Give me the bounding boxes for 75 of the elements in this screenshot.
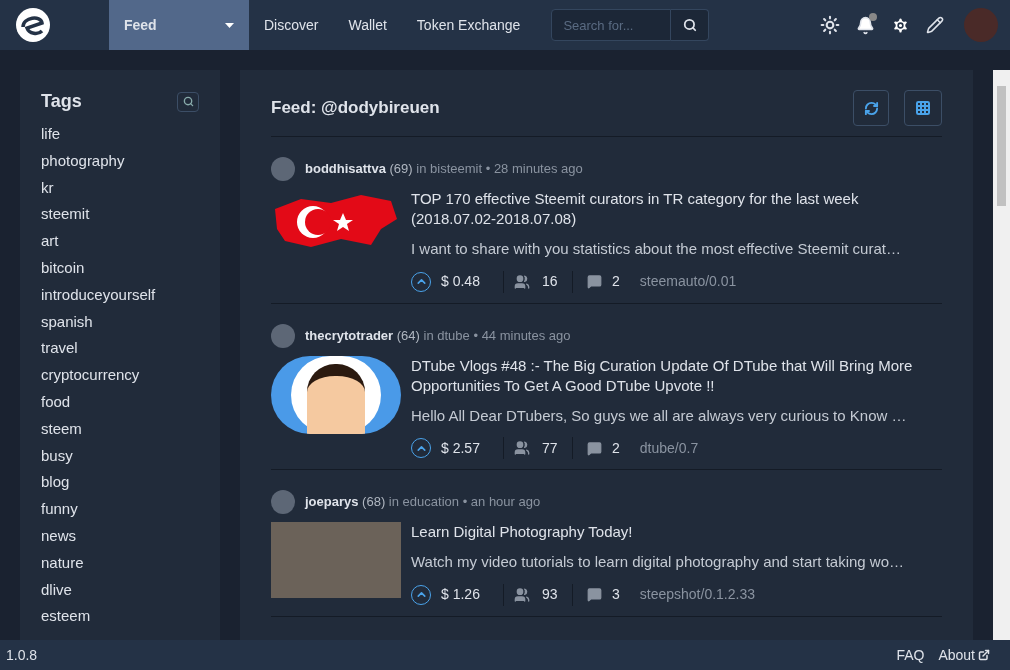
separator-dot: • bbox=[462, 494, 468, 510]
notifications-button[interactable] bbox=[856, 15, 875, 35]
app-name: steemauto/0.01 bbox=[639, 272, 737, 291]
voters-icon bbox=[514, 273, 530, 290]
tag-link[interactable]: art bbox=[41, 228, 59, 255]
search-icon bbox=[682, 18, 697, 32]
post-summary: I want to share with you statistics about the most effective Steemit curat… bbox=[411, 239, 902, 259]
grid-view-button[interactable] bbox=[904, 90, 942, 126]
voters-icon bbox=[514, 586, 530, 603]
tag-link[interactable]: photography bbox=[41, 147, 125, 175]
app-name: steepshot/0.1.2.33 bbox=[639, 585, 755, 604]
refresh-icon bbox=[863, 100, 879, 116]
payout-amount[interactable]: $ 0.48 bbox=[441, 271, 493, 292]
tag-link[interactable]: food bbox=[41, 388, 71, 416]
voters-count[interactable]: 93 bbox=[542, 584, 572, 605]
search-field[interactable]: Search for... bbox=[551, 9, 672, 41]
search-icon bbox=[182, 96, 194, 107]
tag-search-button[interactable] bbox=[177, 91, 199, 112]
author-avatar[interactable] bbox=[271, 157, 295, 181]
post-title[interactable]: Learn Digital Photography Today! bbox=[411, 522, 942, 542]
tag-link[interactable]: cryptocurrency bbox=[41, 362, 140, 389]
comments-icon bbox=[587, 587, 602, 602]
tag-link[interactable]: introduceyourself bbox=[41, 281, 156, 309]
voters-count[interactable]: 16 bbox=[542, 271, 572, 292]
tag-link[interactable]: bitcoin bbox=[41, 255, 85, 282]
sidebar-title: Tags bbox=[41, 90, 82, 113]
tag-link[interactable]: funny bbox=[41, 496, 78, 523]
sun-icon[interactable] bbox=[820, 15, 840, 35]
nav-tab[interactable]: Token Exchange bbox=[401, 0, 536, 50]
tag-link[interactable]: steem bbox=[41, 415, 82, 443]
refresh-button[interactable] bbox=[853, 90, 889, 126]
post-title[interactable]: DTube Vlogs #48 :- The Big Curation Update Of DTube that Will Bring More Opportunities To Get A Good DTube Upvote !! bbox=[411, 355, 942, 396]
tag-link[interactable]: blog bbox=[41, 469, 70, 497]
nav-tab[interactable]: Wallet bbox=[333, 0, 402, 50]
comments-count[interactable]: 2 bbox=[612, 271, 620, 292]
app-name: dtube/0.7 bbox=[639, 438, 699, 458]
separator-dot: • bbox=[485, 161, 491, 177]
grid-icon bbox=[915, 100, 931, 116]
voters-icon bbox=[514, 440, 530, 456]
tag-link[interactable]: dlive bbox=[41, 576, 72, 604]
tag-link[interactable]: news bbox=[41, 522, 77, 550]
footer-link[interactable]: FAQ bbox=[896, 644, 925, 666]
post-meta: boddhisattva (69) in bisteemit • 28 minutes ago bbox=[305, 160, 583, 179]
post-meta: thecrytotrader (64) in dtube • 44 minutes ago bbox=[305, 326, 571, 345]
nav-tab[interactable]: Feed bbox=[109, 0, 249, 50]
tag-link[interactable]: steemit bbox=[41, 201, 90, 229]
tag-link[interactable]: esteem bbox=[41, 603, 91, 631]
post-summary: Watch my video tutorials to learn digital photography and start taking wo… bbox=[411, 552, 906, 572]
comments-count[interactable]: 3 bbox=[612, 584, 620, 605]
author-avatar[interactable] bbox=[271, 323, 295, 348]
payout-amount[interactable]: $ 2.57 bbox=[441, 437, 493, 459]
payout-amount[interactable]: $ 1.26 bbox=[441, 584, 493, 605]
author-avatar[interactable] bbox=[271, 490, 295, 514]
nav-tab[interactable]: Discover bbox=[249, 0, 334, 50]
tag-link[interactable]: spanish bbox=[41, 308, 93, 336]
post-title[interactable]: TOP 170 effective Steemit curators in TR category for the last week (2018.07.02-2018.07.08) bbox=[411, 189, 942, 229]
comments-icon bbox=[587, 440, 602, 456]
tag-link[interactable]: busy bbox=[41, 442, 73, 470]
comments-icon bbox=[587, 274, 602, 289]
post-summary: Hello All Dear DTubers, So guys we all are always very curious to Know … bbox=[411, 405, 908, 426]
settings-icon[interactable] bbox=[891, 15, 910, 35]
voters-count[interactable]: 77 bbox=[542, 437, 572, 459]
separator-dot: • bbox=[473, 327, 478, 343]
pencil-icon[interactable] bbox=[926, 16, 944, 34]
version-label: 1.0.8 bbox=[6, 645, 38, 665]
footer-link[interactable]: About bbox=[938, 644, 990, 666]
tag-link[interactable]: kr bbox=[41, 174, 54, 202]
search-button[interactable] bbox=[671, 9, 710, 41]
tag-link[interactable]: nature bbox=[41, 549, 84, 577]
logo-icon bbox=[14, 6, 52, 44]
tag-link[interactable]: travel bbox=[41, 335, 78, 363]
comments-count[interactable]: 2 bbox=[612, 437, 620, 459]
feed-title: Feed: @dodybireuen bbox=[271, 97, 440, 120]
tag-link[interactable]: life bbox=[41, 121, 61, 148]
post-meta: joeparys (68) in education • an hour ago bbox=[305, 493, 541, 512]
